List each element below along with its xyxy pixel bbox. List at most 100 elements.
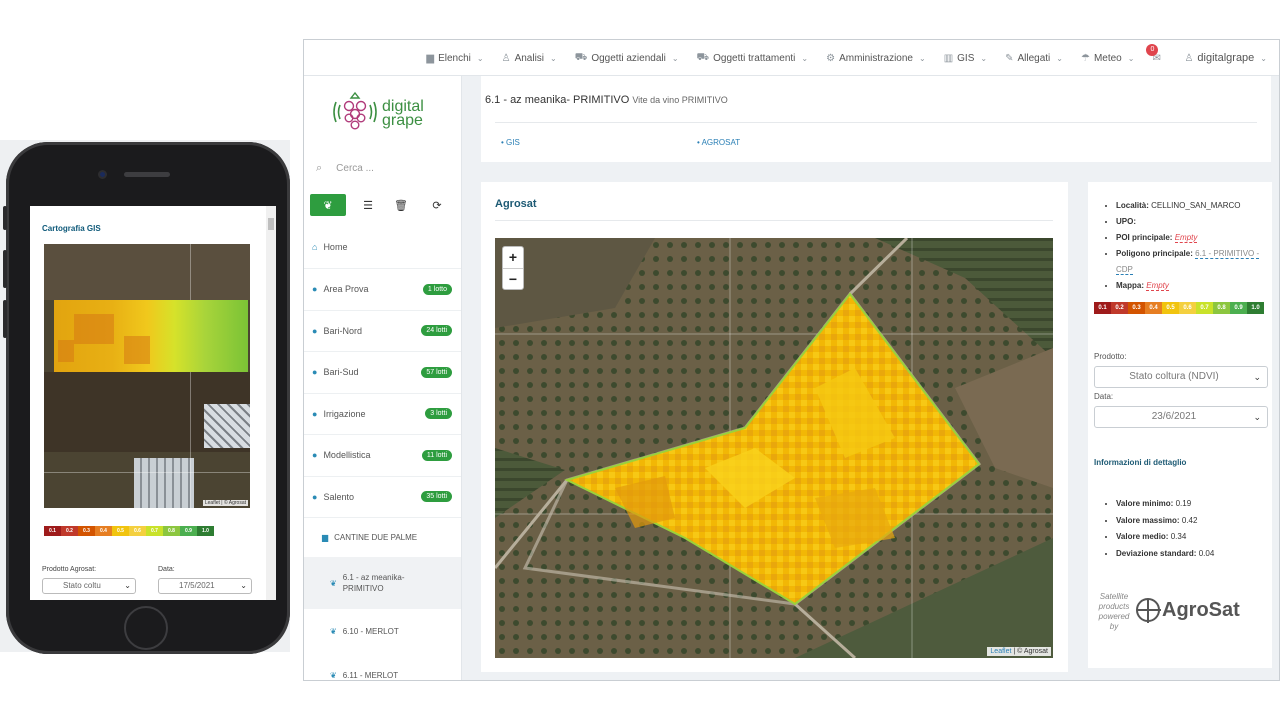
sidebar-item-modellistica[interactable]: ● Modellistica 11 lotti <box>304 434 461 476</box>
localita-value: CELLINO_SAN_MARCO <box>1151 201 1241 210</box>
legend-step: 0.4 <box>1145 302 1162 314</box>
sidebar-item-home[interactable]: ⌂ Home <box>304 226 461 268</box>
agrosat-map-card: Agrosat + − Leaflet | © Agrosat <box>481 182 1068 672</box>
nav-menu-meteo[interactable]: ☂ Meteo ⌄ <box>1081 53 1134 64</box>
scrollbar-thumb[interactable] <box>268 218 274 230</box>
phone-volume-down <box>3 300 7 338</box>
sidebar-item-salento[interactable]: ● Salento 35 lotti <box>304 475 461 518</box>
date-label: Data: <box>1094 392 1114 401</box>
sidebar-plot-item[interactable]: ❦ 6.1 - az meanika- PRIMITIVO <box>304 557 461 609</box>
leaf-icon: ❦ <box>330 670 337 680</box>
legend-step: 0.5 <box>1162 302 1179 314</box>
phone-home-button <box>124 606 168 650</box>
mobile-ndvi-overlay <box>54 300 248 372</box>
scale-step: 0.7 <box>146 526 163 536</box>
sidebar-item-bari-nord[interactable]: ● Bari-Nord 24 lotti <box>304 309 461 352</box>
paperclip-icon: ✎ <box>1005 52 1014 64</box>
sidebar-item-label: Irrigazione <box>323 408 366 419</box>
nav-menu-label: Amministrazione <box>839 52 913 64</box>
scale-step: 1.0 <box>197 526 214 536</box>
lot-count-badge: 35 lotti <box>421 491 452 503</box>
nav-menu-label: Oggetti trattamenti <box>713 52 796 64</box>
sidebar-plot-item[interactable]: ❦ 6.10 - MERLOT <box>304 609 461 653</box>
sidebar-item-irrigazione[interactable]: ● Irrigazione 3 lotti <box>304 392 461 435</box>
legend-step: 0.9 <box>1230 302 1247 314</box>
date-select[interactable]: 23/6/2021 ⌄ <box>1094 406 1268 428</box>
scale-step: 0.9 <box>180 526 197 536</box>
scale-step: 0.1 <box>44 526 61 536</box>
map-icon: ▥ <box>943 52 954 64</box>
zoom-in-button[interactable]: + <box>503 247 523 268</box>
chevron-down-icon: ⌄ <box>476 53 484 63</box>
scale-step: 0.2 <box>61 526 78 536</box>
logo-text-line2: grape <box>382 112 423 129</box>
link-agrosat[interactable]: AGROSAT <box>702 138 741 147</box>
database-button[interactable]: ☰ <box>360 194 376 216</box>
map-attribution: Leaflet | © Agrosat <box>987 647 1051 656</box>
folder-icon: ▆ <box>322 533 329 542</box>
sidebar-item-label: Bari-Sud <box>323 367 359 378</box>
mappa-value-editable[interactable]: Empty <box>1146 281 1169 291</box>
sidebar-item-area-prova[interactable]: ● Area Prova 1 lotto <box>304 268 461 310</box>
mobile-map-attribution[interactable]: Leaflet | © Agrosat <box>202 500 248 506</box>
refresh-button[interactable]: ⟳ <box>426 194 448 216</box>
agrosat-map[interactable]: + − Leaflet | © Agrosat <box>495 238 1053 658</box>
globe-icon <box>1136 598 1161 623</box>
sidebar-plot-item[interactable]: ❦ 6.11 - MERLOT <box>304 653 461 680</box>
sidebar-item-bari-sud[interactable]: ● Bari-Sud 57 lotti <box>304 351 461 393</box>
lot-count-badge: 57 lotti <box>421 366 452 378</box>
scale-step: 0.6 <box>129 526 146 536</box>
globe-icon: ● <box>312 450 318 461</box>
powered-by-text: Satellite products powered by <box>1098 592 1130 631</box>
plot-label: 6.11 - MERLOT <box>342 670 399 680</box>
nav-menu-oggetti-trattamenti[interactable]: ⛟ Oggetti trattamenti ⌄ <box>697 52 809 65</box>
mobile-scrollbar[interactable] <box>266 206 276 600</box>
plot-label: 6.10 - MERLOT <box>342 626 399 636</box>
divider <box>495 220 1053 221</box>
leaf-icon: ❦ <box>330 626 337 636</box>
stat-label: Valore minimo: <box>1116 499 1174 508</box>
tractor-icon: ⛟ <box>696 51 710 63</box>
lot-count-badge: 11 lotti <box>421 449 452 461</box>
delete-button[interactable]: 🗑 <box>390 194 412 216</box>
chevron-down-icon: ⌄ <box>1260 53 1267 63</box>
mobile-date-label: Data: <box>158 566 175 573</box>
mobile-product-select[interactable]: Stato coltu ⌄ <box>42 578 136 594</box>
poi-value-editable[interactable]: Empty <box>1174 233 1198 243</box>
search-input[interactable]: Cerca ... <box>336 163 374 174</box>
sidebar: digital grape ⌕ Cerca ... ❦ ☰ 🗑 ⟳ ⌂ Home … <box>304 76 462 680</box>
sidebar-folder-cantine-due-palme[interactable]: ▆ CANTINE DUE PALME <box>304 517 461 557</box>
tractor-icon: ⛟ <box>574 51 588 63</box>
mail-button[interactable]: 0 ✉ <box>1146 43 1166 64</box>
nav-menu-gis[interactable]: ▥ GIS ⌄ <box>944 53 987 64</box>
leaf-view-button[interactable]: ❦ <box>310 194 346 216</box>
map-grid-line <box>44 472 250 473</box>
sidebar-search[interactable]: ⌕ Cerca ... <box>316 162 374 175</box>
nav-menu-oggetti-aziendali[interactable]: ⛟ Oggetti aziendali ⌄ <box>575 52 679 65</box>
nav-menu-allegati[interactable]: ✎ Allegati ⌄ <box>1005 53 1063 64</box>
scale-step: 0.4 <box>95 526 112 536</box>
date-select-value: 23/6/2021 <box>1151 411 1197 422</box>
leaf-icon: ❦ <box>330 578 337 588</box>
nav-menu-label: Oggetti aziendali <box>591 52 666 64</box>
nav-menu-elenchi[interactable]: ▆ Elenchi ⌄ <box>426 53 483 64</box>
user-menu[interactable]: ♙ digitalgrape ⌄ <box>1184 52 1267 64</box>
nav-menu-analisi[interactable]: ♙ Analisi ⌄ <box>502 53 557 64</box>
upo-label: UPO: <box>1116 217 1136 226</box>
trash-icon: 🗑 <box>394 199 408 212</box>
product-select[interactable]: Stato coltura (NDVI) ⌄ <box>1094 366 1268 388</box>
link-gis[interactable]: GIS <box>506 138 520 147</box>
globe-icon: ● <box>312 367 318 378</box>
zoom-out-button[interactable]: − <box>503 268 523 289</box>
nav-menu-amministrazione[interactable]: ⚙ Amministrazione ⌄ <box>826 53 926 64</box>
plot-label: 6.1 - az meanika- <box>342 573 405 582</box>
mappa-label: Mappa: <box>1116 281 1144 290</box>
phone-camera <box>98 170 107 179</box>
mobile-map-field <box>44 244 250 300</box>
phone-speaker <box>124 172 170 177</box>
mobile-date-select[interactable]: 17/5/2021 ⌄ <box>158 578 252 594</box>
digitalgrape-logo[interactable]: digital grape <box>330 88 440 134</box>
sidebar-item-label: Area Prova <box>323 284 369 295</box>
leaflet-link[interactable]: Leaflet <box>990 648 1011 655</box>
mobile-map[interactable]: Leaflet | © Agrosat <box>44 244 250 508</box>
